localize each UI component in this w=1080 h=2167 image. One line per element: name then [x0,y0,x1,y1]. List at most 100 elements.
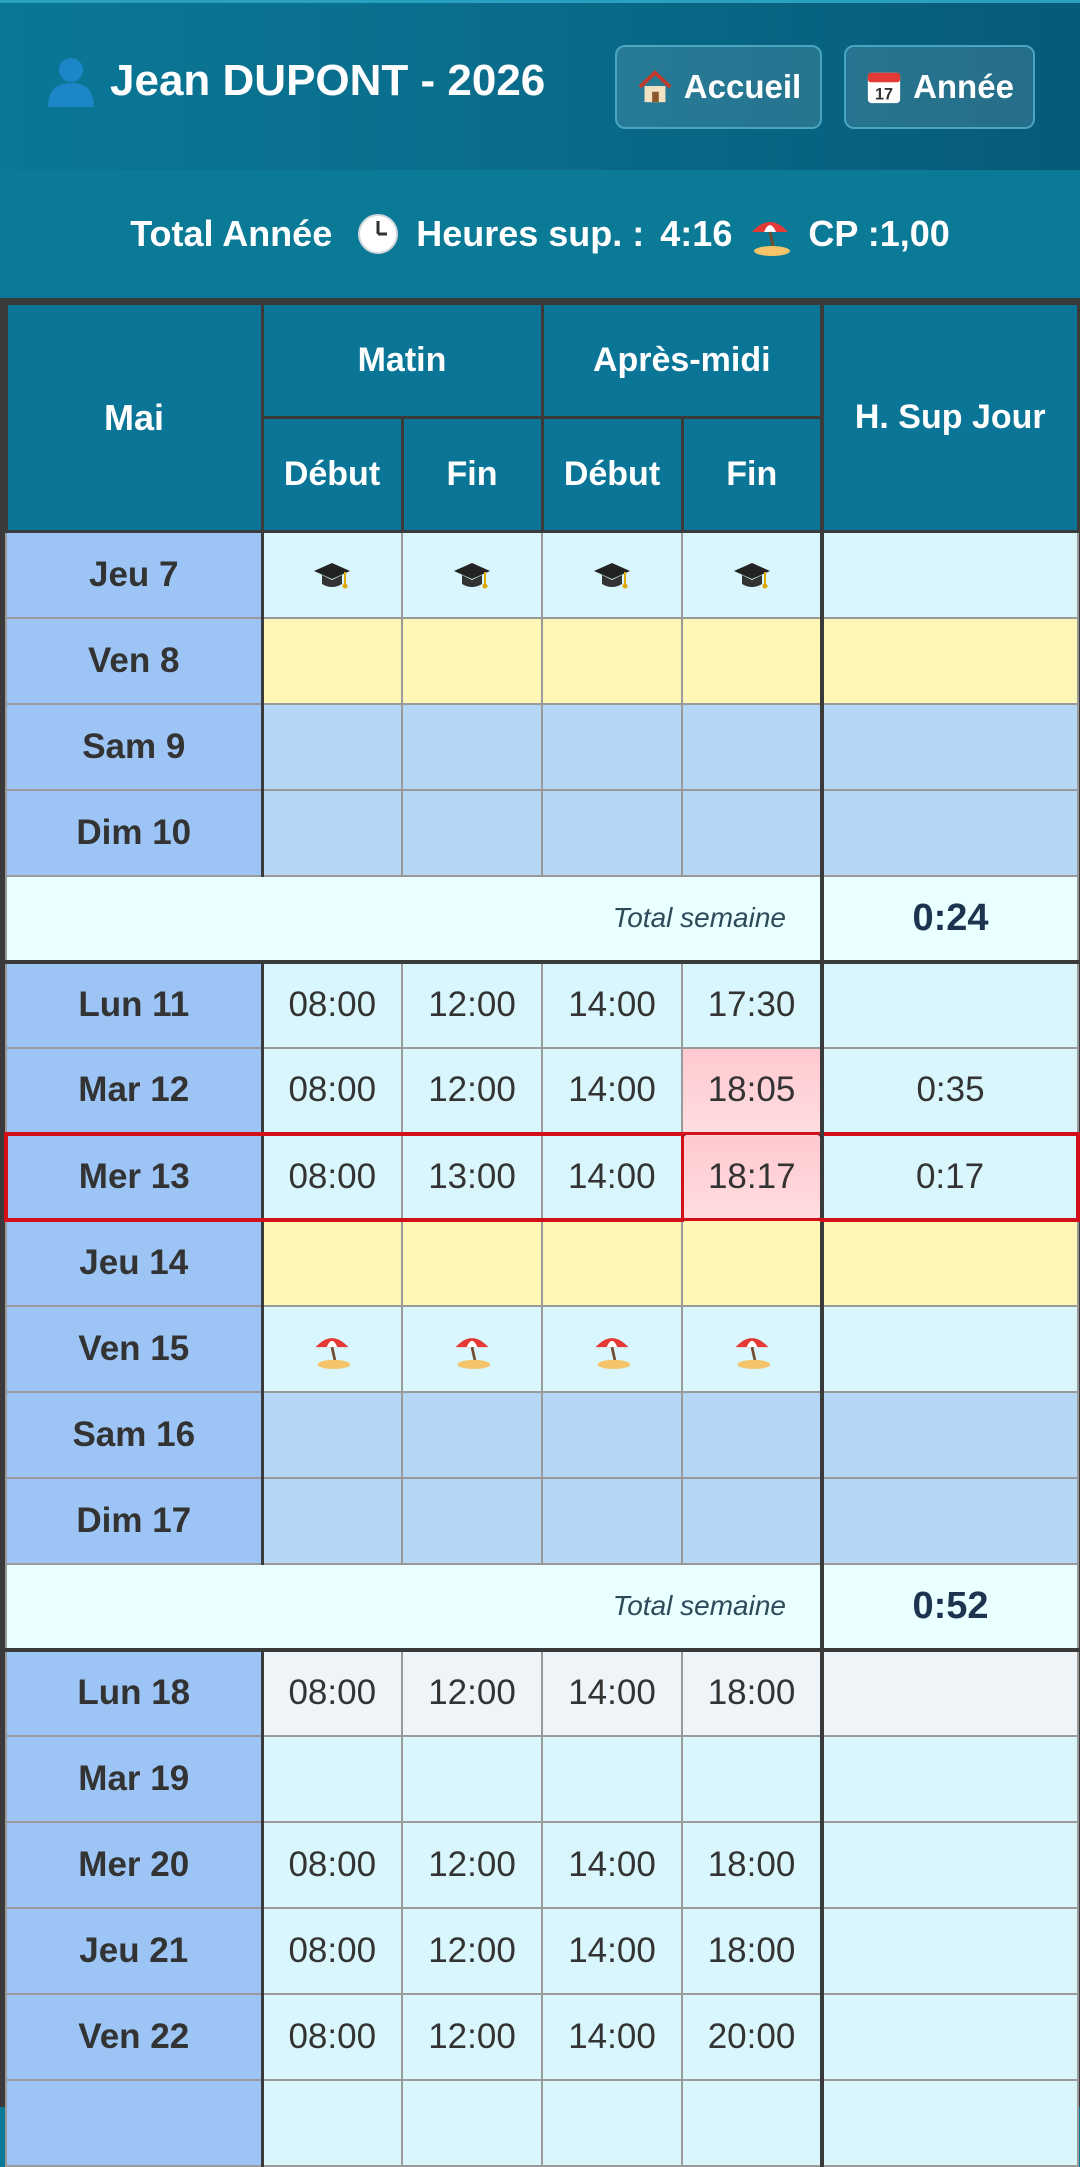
afternoon-start-cell[interactable] [541,1218,683,1307]
morning-end-cell[interactable] [401,1218,543,1307]
daily-overtime-cell [820,2078,1079,2167]
afternoon-start-cell[interactable] [541,1390,683,1479]
morning-start-cell[interactable] [261,1390,403,1479]
afternoon-start-cell[interactable]: 14:00 [541,1046,683,1135]
morning-start-cell[interactable] [261,616,403,705]
morning-end-cell[interactable] [401,1390,543,1479]
home-button[interactable]: Accueil [615,45,822,129]
afternoon-end-cell[interactable] [681,702,823,791]
morning-start-cell[interactable] [261,702,403,791]
beach-umbrella-icon [595,1338,631,1370]
afternoon-start-cell[interactable] [541,1304,683,1393]
morning-end-cell[interactable]: 12:00 [401,960,543,1049]
morning-start-cell[interactable]: 08:00 [261,1992,403,2081]
week-total-label: Total semaine [5,874,823,964]
afternoon-start-cell[interactable]: 14:00 [541,1906,683,1995]
morning-start-cell[interactable]: 08:00 [261,1046,403,1135]
afternoon-end-cell[interactable]: 17:30 [681,960,823,1049]
morning-start-cell[interactable] [261,1476,403,1565]
morning-end-cell[interactable] [401,2078,543,2167]
afternoon-end-cell[interactable] [681,1304,823,1393]
user-name: Jean DUPONT - 2026 [110,56,546,105]
morning-start-cell[interactable]: 08:00 [261,960,403,1049]
afternoon-end-cell[interactable]: 18:05 [681,1046,823,1135]
day-label: Mar 12 [5,1046,264,1135]
day-row: Mer 20 08:00 12:00 14:00 18:00 [5,1820,1079,1909]
daily-overtime-cell [820,1820,1079,1909]
svg-text:17: 17 [875,85,893,103]
morning-start-cell[interactable] [261,1304,403,1393]
afternoon-end-cell[interactable]: 20:00 [681,1992,823,2081]
morning-end-cell[interactable]: 12:00 [401,1992,543,2081]
day-label: Mar 19 [5,1734,264,1823]
afternoon-end-cell[interactable] [681,788,823,877]
graduation-cap-icon [314,562,351,589]
afternoon-start-cell[interactable] [541,616,683,705]
daily-overtime-cell [820,1734,1079,1823]
afternoon-header: Après-midi [540,302,824,419]
afternoon-start-cell[interactable] [541,530,683,619]
morning-end-cell[interactable] [401,1734,543,1823]
daily-overtime-cell [820,1304,1079,1393]
morning-start-cell[interactable]: 08:00 [261,1820,403,1909]
morning-start-cell[interactable] [261,788,403,877]
week-total-value: 0:52 [820,1562,1079,1652]
morning-end-cell[interactable]: 12:00 [401,1046,543,1135]
afternoon-start-cell[interactable]: 14:00 [541,1131,683,1222]
afternoon-start-cell[interactable] [541,702,683,791]
afternoon-start-cell[interactable]: 14:00 [541,1992,683,2081]
day-row: Dim 10 [5,788,1079,877]
afternoon-end-cell[interactable]: 18:00 [681,1906,823,1995]
afternoon-end-cell[interactable]: 18:00 [681,1648,823,1737]
afternoon-start-cell[interactable] [541,1476,683,1565]
afternoon-end-cell[interactable] [681,1218,823,1307]
afternoon-start-cell[interactable]: 14:00 [541,960,683,1049]
morning-end-cell[interactable]: 12:00 [401,1820,543,1909]
morning-end-cell[interactable]: 13:00 [401,1131,543,1222]
day-row: Mer 13 08:00 13:00 14:00 18:17 0:17 [4,1131,1080,1222]
overtime-header: H. Sup Jour [820,302,1080,533]
morning-end-cell[interactable] [401,702,543,791]
afternoon-end-cell[interactable] [681,530,823,619]
afternoon-end-cell[interactable]: 18:00 [681,1820,823,1909]
house-icon [638,70,672,103]
afternoon-start-cell[interactable] [541,788,683,877]
afternoon-end-cell[interactable] [681,616,823,705]
morning-start-cell[interactable] [261,1218,403,1307]
afternoon-start-cell[interactable]: 14:00 [541,1820,683,1909]
afternoon-end-cell[interactable] [681,2078,823,2167]
morning-end-cell[interactable] [401,1476,543,1565]
day-row: Dim 17 [5,1476,1079,1565]
morning-end-cell[interactable]: 12:00 [401,1906,543,1995]
morning-end-cell[interactable] [401,530,543,619]
daily-overtime-cell [820,1218,1079,1307]
morning-end-cell[interactable] [401,788,543,877]
beach-umbrella-icon [752,222,791,256]
morning-start-cell[interactable]: 08:00 [261,1906,403,1995]
daily-overtime-cell: 0:35 [820,1046,1079,1135]
morning-end-cell[interactable]: 12:00 [401,1648,543,1737]
afternoon-start-cell[interactable]: 14:00 [541,1648,683,1737]
day-label [5,2078,264,2167]
day-row: Jeu 14 [5,1218,1079,1307]
morning-start-cell[interactable] [261,1734,403,1823]
morning-start-cell[interactable] [261,2078,403,2167]
afternoon-end-cell[interactable] [681,1734,823,1823]
afternoon-start-cell[interactable] [541,1734,683,1823]
morning-start-cell[interactable]: 08:00 [261,1131,403,1222]
graduation-cap-icon [594,562,630,589]
day-label: Mer 20 [5,1820,264,1909]
morning-start-cell[interactable] [261,530,403,619]
morning-end-cell[interactable] [401,1304,543,1393]
afternoon-end-cell[interactable] [681,1390,823,1479]
clock-icon [358,214,399,254]
afternoon-start-cell[interactable] [541,2078,683,2167]
morning-end-cell[interactable] [401,616,543,705]
morning-start-cell[interactable]: 08:00 [261,1648,403,1737]
afternoon-end-cell[interactable] [681,1476,823,1565]
day-row: Jeu 7 [5,530,1079,619]
afternoon-end-cell[interactable]: 18:17 [680,1132,824,1221]
year-button[interactable]: 17 Année [844,45,1035,129]
day-row: Lun 11 08:00 12:00 14:00 17:30 [5,960,1079,1049]
day-label: Jeu 7 [5,530,264,619]
